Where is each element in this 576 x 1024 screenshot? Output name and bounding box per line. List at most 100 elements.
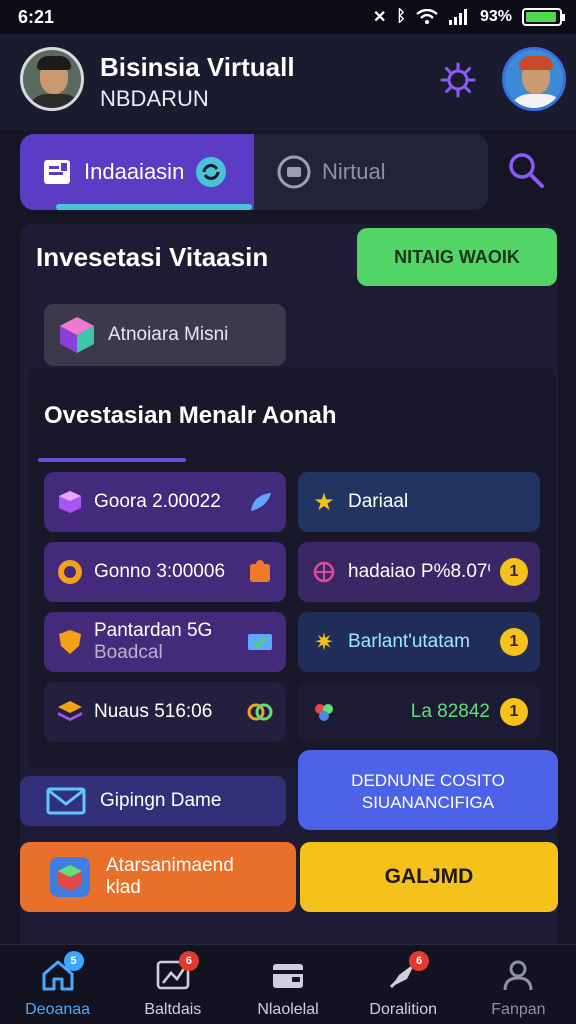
star-icon: ★ [313, 488, 335, 516]
battery-icon [522, 8, 565, 26]
avatar-hair [37, 56, 71, 70]
investment-tile[interactable]: Gonno 3:00006 [44, 542, 286, 602]
orange-button-line2: klad [106, 877, 141, 898]
coin-badge: 1 [500, 558, 528, 586]
battery-percent: 93% [479, 8, 512, 25]
gear-icon[interactable] [440, 62, 476, 98]
bluetooth-icon: ᛒ [396, 8, 406, 25]
signal-icon [448, 9, 467, 25]
tile-label-main: Pantardan 5G [94, 620, 213, 641]
app-header: Bisinsia Virtuall NBDARUN [0, 34, 576, 130]
investment-tile[interactable]: hadaiao P%8.07% 1 [298, 542, 540, 602]
avatar-shirt [509, 94, 563, 108]
calendar-icon [44, 160, 70, 184]
status-icons: ✕ ᛒ 93% [372, 7, 565, 27]
tile-label: Barlant'utatam [348, 631, 470, 652]
deposit-button-line2: SIUANANCIFIGA [361, 793, 495, 812]
tab-label: Nirtual [322, 159, 386, 184]
link-icon [246, 698, 274, 726]
tab-underline [56, 204, 252, 210]
deposit-button-line1: DEDNUNE COSITO [351, 771, 505, 790]
tile-label: La 82842 [410, 701, 490, 722]
coin-badge: 1 [500, 698, 528, 726]
shield-icon [56, 628, 84, 656]
cube-icon [60, 317, 94, 353]
avatar-cap [519, 56, 553, 70]
game-button-label: Gipingn Dame [100, 790, 222, 811]
nav-item-wallet[interactable]: Nlaolelal [230, 945, 345, 1024]
orange-button-line1: Atarsanimaend [106, 855, 234, 876]
coin-ring-icon [56, 558, 84, 586]
nav-badge: 6 [178, 951, 199, 971]
game-button[interactable]: Gipingn Dame [20, 776, 286, 826]
coin-badge: 1 [500, 628, 528, 656]
cube-icon [56, 488, 84, 516]
globe-icon [310, 558, 338, 586]
tile-label: Gonno 3:00006 [94, 561, 226, 582]
puzzle-icon [246, 558, 274, 586]
search-icon[interactable] [506, 150, 546, 190]
chart-icon: 6 [155, 951, 199, 993]
section-title: Invesetasi Vitaasin [36, 242, 269, 272]
nav-label: Baltdais [144, 1001, 202, 1018]
investment-tile[interactable]: ★ Dariaal [298, 472, 540, 532]
subpanel-title: Ovestasian Menalr Aonah [44, 402, 337, 429]
nav-label: Fanpan [491, 1001, 546, 1018]
refresh-icon [196, 157, 227, 187]
nav-badge: 5 [63, 951, 84, 971]
nav-item-profile[interactable]: Fanpan [461, 945, 576, 1024]
avatar[interactable] [20, 47, 84, 111]
investment-tile[interactable]: Nuaus 516:06 [44, 682, 286, 742]
status-bar: 6:21 ✕ ᛒ 93% [0, 0, 576, 34]
tile-label: Nuaus 516:06 [94, 701, 213, 722]
nav-item-home[interactable]: 5 Deoanaa [0, 945, 115, 1024]
rocket-icon: 6 [385, 951, 430, 993]
nav-badge: 6 [409, 951, 430, 971]
investment-tile[interactable]: ✷ Barlant'utatam 1 [298, 612, 540, 672]
mail-icon [46, 787, 86, 815]
subpanel-underline [38, 458, 186, 462]
tile-label: Pantardan 5G Boadcal [94, 620, 236, 664]
sparkle-icon: ✷ [313, 628, 335, 656]
orange-button-label: Atarsanimaend klad [106, 855, 234, 899]
mission-chip-label: Atnoiara Misni [108, 324, 229, 345]
nav-label: Nlaolelal [257, 1001, 319, 1018]
primary-action-button[interactable]: NITAIG WAOIK [357, 228, 557, 286]
bottom-nav: 5 Deoanaa 6 Baltdais Nlaolelal 6 Doralit… [0, 944, 576, 1024]
tile-label: hadaiao P%8.07% [348, 561, 490, 582]
tile-label: Goora 2.00022 [94, 491, 221, 512]
investment-tile[interactable]: Pantardan 5G Boadcal [44, 612, 286, 672]
nav-label: Deoanaa [25, 1001, 91, 1018]
box-icon [50, 857, 90, 897]
layers-icon [56, 698, 84, 726]
feather-icon [246, 488, 274, 516]
clock-icon [277, 155, 311, 189]
profile-avatar[interactable] [502, 47, 566, 111]
nav-label: Doralition [369, 1001, 437, 1018]
nav-item-stats[interactable]: 6 Baltdais [115, 945, 230, 1024]
wallet-icon [270, 957, 306, 993]
deposit-button[interactable]: DEDNUNE COSITO SIUANANCIFIGA [298, 750, 558, 830]
tile-sublabel: Boadcal [94, 642, 163, 663]
avatar-shirt [27, 94, 81, 108]
investment-tile[interactable]: Goora 2.00022 [44, 472, 286, 532]
yellow-action-button[interactable]: GALJMD [300, 842, 558, 912]
leaf-icon [310, 698, 338, 726]
orange-action-button[interactable]: Atarsanimaend klad [20, 842, 296, 912]
wifi-icon [416, 9, 438, 24]
person-icon [500, 957, 536, 993]
tab-label: Indaaiasin [84, 159, 185, 184]
home-icon: 5 [40, 951, 84, 993]
nav-item-rocket[interactable]: 6 Doralition [346, 945, 461, 1024]
mail-check-icon [246, 628, 274, 656]
page-title: Bisinsia Virtuall [100, 52, 295, 82]
status-time: 6:21 [18, 6, 55, 27]
mute-icon: ✕ [372, 9, 387, 26]
battery-level [526, 12, 556, 22]
investment-tile[interactable]: La 82842 1 [298, 682, 540, 742]
tab-indaaiasin[interactable]: Indaaiasin [20, 134, 254, 210]
tab-nirtual[interactable]: Nirtual [276, 148, 386, 196]
mission-chip[interactable]: Atnoiara Misni [44, 304, 286, 366]
tile-label: Dariaal [348, 491, 409, 512]
page-subtitle: NBDARUN [100, 86, 209, 111]
